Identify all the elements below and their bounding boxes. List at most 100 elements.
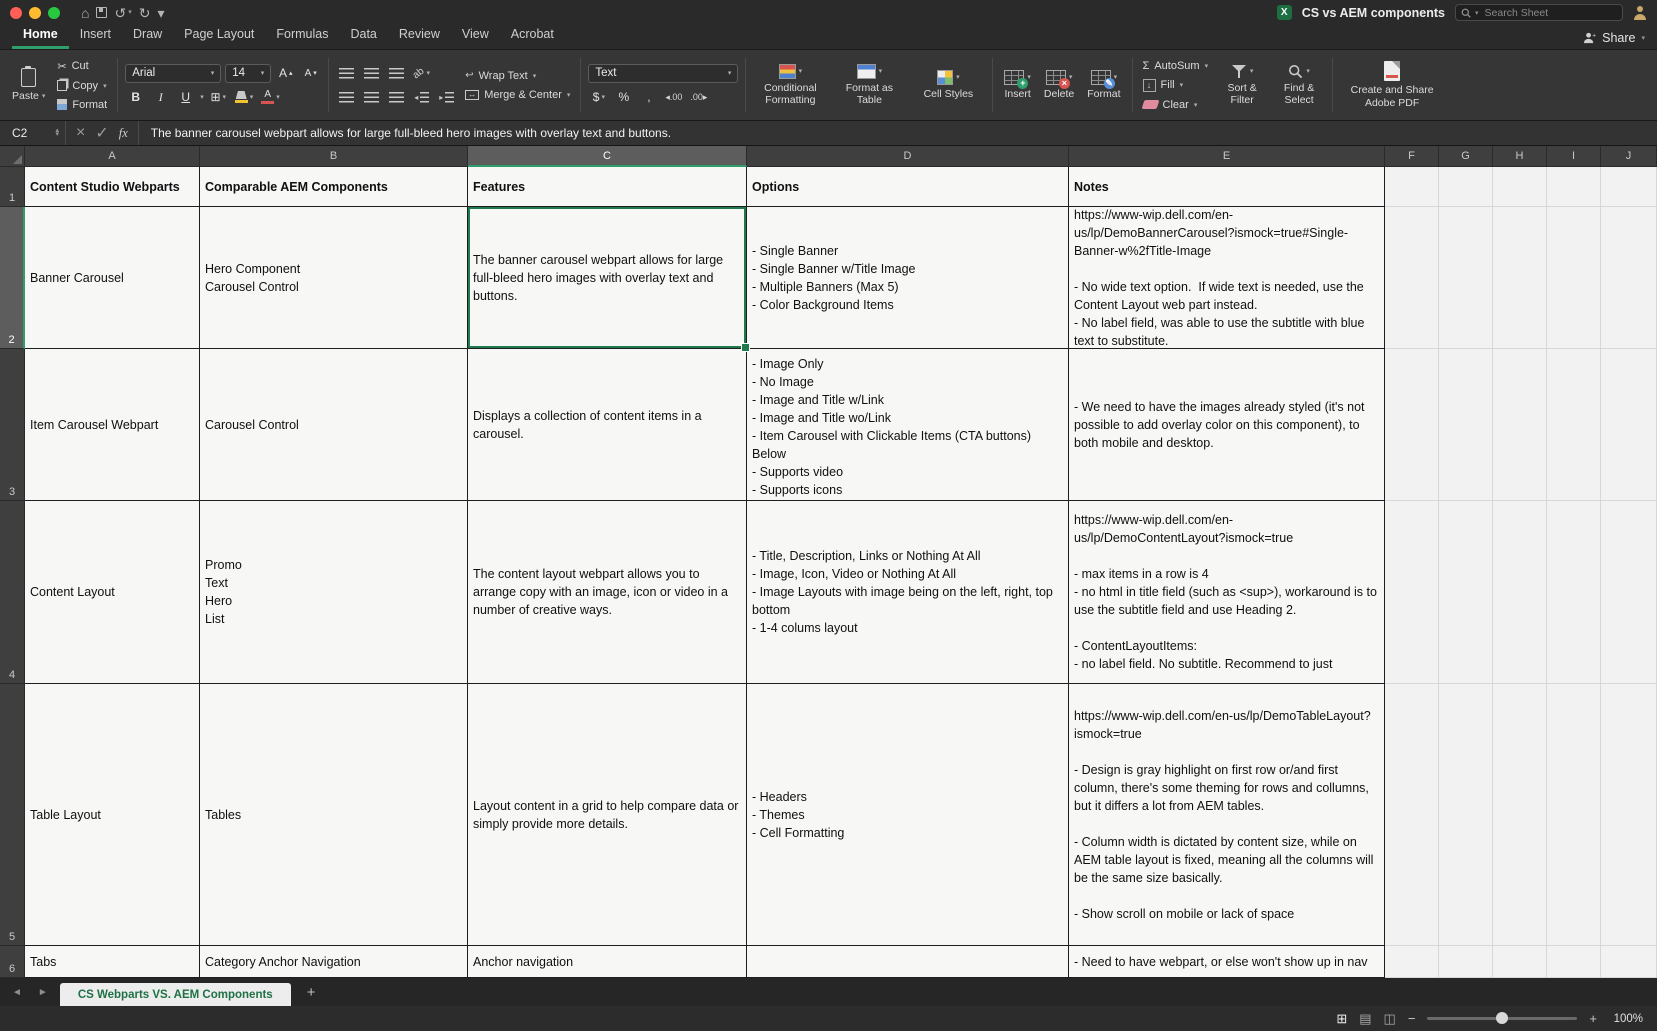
row-header-6[interactable]: 6 bbox=[0, 946, 25, 978]
cell-C1[interactable]: Features bbox=[468, 167, 747, 207]
decrease-font-size-button[interactable]: A▾ bbox=[300, 64, 321, 83]
cancel-entry-button[interactable]: × bbox=[76, 124, 85, 142]
paste-button[interactable]: Paste▾ bbox=[8, 67, 49, 103]
undo-button[interactable]: ↺▾ bbox=[114, 6, 131, 20]
account-avatar[interactable] bbox=[1633, 6, 1647, 20]
cell-A6[interactable]: Tabs bbox=[25, 946, 200, 978]
cell-E3[interactable]: - We need to have the images already sty… bbox=[1069, 349, 1385, 501]
cell-H3[interactable] bbox=[1493, 349, 1547, 501]
cell-F1[interactable] bbox=[1385, 167, 1439, 207]
cell-F6[interactable] bbox=[1385, 946, 1439, 978]
font-name-select[interactable]: Arial▾ bbox=[125, 64, 221, 83]
formula-input[interactable]: The banner carousel webpart allows for l… bbox=[139, 126, 1657, 140]
cell-F5[interactable] bbox=[1385, 684, 1439, 946]
search-box[interactable]: ▾ bbox=[1455, 4, 1623, 21]
cell-I4[interactable] bbox=[1547, 501, 1601, 684]
cell-G2[interactable] bbox=[1439, 207, 1493, 349]
cell-A4[interactable]: Content Layout bbox=[25, 501, 200, 684]
tab-formulas[interactable]: Formulas bbox=[265, 24, 339, 49]
wrap-text-button[interactable]: ↩Wrap Text▾ bbox=[462, 69, 573, 83]
insert-function-button[interactable]: fx bbox=[119, 126, 128, 141]
percent-style-button[interactable]: % bbox=[613, 88, 634, 107]
column-header-J[interactable]: J bbox=[1601, 146, 1657, 167]
insert-cells-button[interactable]: +▾ Insert bbox=[1000, 69, 1035, 101]
minimize-window-button[interactable] bbox=[29, 7, 41, 19]
zoom-slider-thumb[interactable] bbox=[1496, 1012, 1508, 1024]
cell-B4[interactable]: Promo Text Hero List bbox=[200, 501, 468, 684]
align-top-button[interactable] bbox=[336, 64, 357, 83]
customize-toolbar-caret-icon[interactable]: ▾ bbox=[157, 6, 164, 20]
confirm-entry-button[interactable]: ✓ bbox=[95, 123, 108, 143]
cell-A2[interactable]: Banner Carousel bbox=[25, 207, 200, 349]
increase-decimal-button[interactable]: ◂.00 bbox=[663, 88, 684, 107]
search-input[interactable] bbox=[1483, 6, 1617, 20]
font-size-select[interactable]: 14▾ bbox=[225, 64, 271, 83]
cell-G3[interactable] bbox=[1439, 349, 1493, 501]
cell-C3[interactable]: Displays a collection of content items i… bbox=[468, 349, 747, 501]
cell-B3[interactable]: Carousel Control bbox=[200, 349, 468, 501]
tab-draw[interactable]: Draw bbox=[122, 24, 173, 49]
sort-filter-button[interactable]: ▾ Sort & Filter bbox=[1216, 63, 1268, 107]
align-bottom-button[interactable] bbox=[386, 64, 407, 83]
home-icon[interactable]: ⌂ bbox=[81, 6, 89, 20]
cell-D4[interactable]: - Title, Description, Links or Nothing A… bbox=[747, 501, 1069, 684]
cell-F4[interactable] bbox=[1385, 501, 1439, 684]
cell-H4[interactable] bbox=[1493, 501, 1547, 684]
adobe-pdf-button[interactable]: Create and Share Adobe PDF bbox=[1340, 60, 1444, 109]
share-button[interactable]: + Share ▾ bbox=[1583, 31, 1645, 49]
cell-B2[interactable]: Hero Component Carousel Control bbox=[200, 207, 468, 349]
next-sheet-button[interactable]: ► bbox=[34, 985, 52, 1000]
number-format-select[interactable]: Text▾ bbox=[588, 64, 738, 83]
close-window-button[interactable] bbox=[10, 7, 22, 19]
font-color-button[interactable]: A▾ bbox=[259, 88, 282, 107]
cell-J2[interactable] bbox=[1601, 207, 1657, 349]
zoom-slider[interactable] bbox=[1427, 1017, 1577, 1020]
normal-view-button[interactable]: ⊞ bbox=[1336, 1012, 1347, 1025]
column-header-F[interactable]: F bbox=[1385, 146, 1439, 167]
cell-I1[interactable] bbox=[1547, 167, 1601, 207]
cell-F3[interactable] bbox=[1385, 349, 1439, 501]
increase-indent-button[interactable]: ▸ bbox=[436, 88, 457, 107]
column-header-G[interactable]: G bbox=[1439, 146, 1493, 167]
cell-H5[interactable] bbox=[1493, 684, 1547, 946]
cell-H1[interactable] bbox=[1493, 167, 1547, 207]
prev-sheet-button[interactable]: ◄ bbox=[8, 985, 26, 1000]
cell-I6[interactable] bbox=[1547, 946, 1601, 978]
save-icon[interactable] bbox=[96, 7, 107, 18]
cell-J5[interactable] bbox=[1601, 684, 1657, 946]
cell-D6[interactable] bbox=[747, 946, 1069, 978]
row-header-5[interactable]: 5 bbox=[0, 684, 25, 946]
cell-J4[interactable] bbox=[1601, 501, 1657, 684]
column-header-E[interactable]: E bbox=[1069, 146, 1385, 167]
row-header-3[interactable]: 3 bbox=[0, 349, 25, 501]
fill-button[interactable]: ↓Fill▾ bbox=[1140, 78, 1212, 93]
cell-B6[interactable]: Category Anchor Navigation bbox=[200, 946, 468, 978]
accounting-format-button[interactable]: $▾ bbox=[588, 88, 609, 107]
bold-button[interactable]: B bbox=[125, 88, 146, 107]
cell-G1[interactable] bbox=[1439, 167, 1493, 207]
comma-style-button[interactable]: , bbox=[638, 88, 659, 107]
format-painter-button[interactable]: Format bbox=[54, 98, 110, 112]
cell-I2[interactable] bbox=[1547, 207, 1601, 349]
text-orientation-button[interactable]: ab▾ bbox=[411, 64, 432, 83]
cell-E2[interactable]: https://www-wip.dell.com/en-us/lp/DemoBa… bbox=[1069, 207, 1385, 349]
align-center-button[interactable] bbox=[361, 88, 382, 107]
cell-G5[interactable] bbox=[1439, 684, 1493, 946]
fill-color-button[interactable]: ▾ bbox=[233, 88, 256, 107]
align-right-button[interactable] bbox=[386, 88, 407, 107]
add-sheet-button[interactable]: + bbox=[299, 984, 324, 1001]
decrease-decimal-button[interactable]: .00▸ bbox=[688, 88, 709, 107]
name-box-stepper[interactable]: ▴▾ bbox=[55, 129, 59, 137]
cell-E1[interactable]: Notes bbox=[1069, 167, 1385, 207]
sheet-tab-active[interactable]: CS Webparts VS. AEM Components bbox=[60, 983, 291, 1006]
page-break-view-button[interactable]: ◫ bbox=[1384, 1012, 1396, 1025]
copy-button[interactable]: Copy▾ bbox=[54, 79, 110, 93]
cell-A3[interactable]: Item Carousel Webpart bbox=[25, 349, 200, 501]
delete-cells-button[interactable]: ×▾ Delete bbox=[1040, 69, 1078, 101]
format-cells-button[interactable]: ✎▾ Format bbox=[1083, 69, 1124, 101]
row-header-1[interactable]: 1 bbox=[0, 167, 25, 207]
format-as-table-button[interactable]: ▾ Format as Table bbox=[832, 63, 906, 107]
name-box[interactable]: C2 ▴▾ bbox=[0, 121, 66, 145]
cell-D1[interactable]: Options bbox=[747, 167, 1069, 207]
increase-font-size-button[interactable]: A▴ bbox=[275, 64, 296, 83]
